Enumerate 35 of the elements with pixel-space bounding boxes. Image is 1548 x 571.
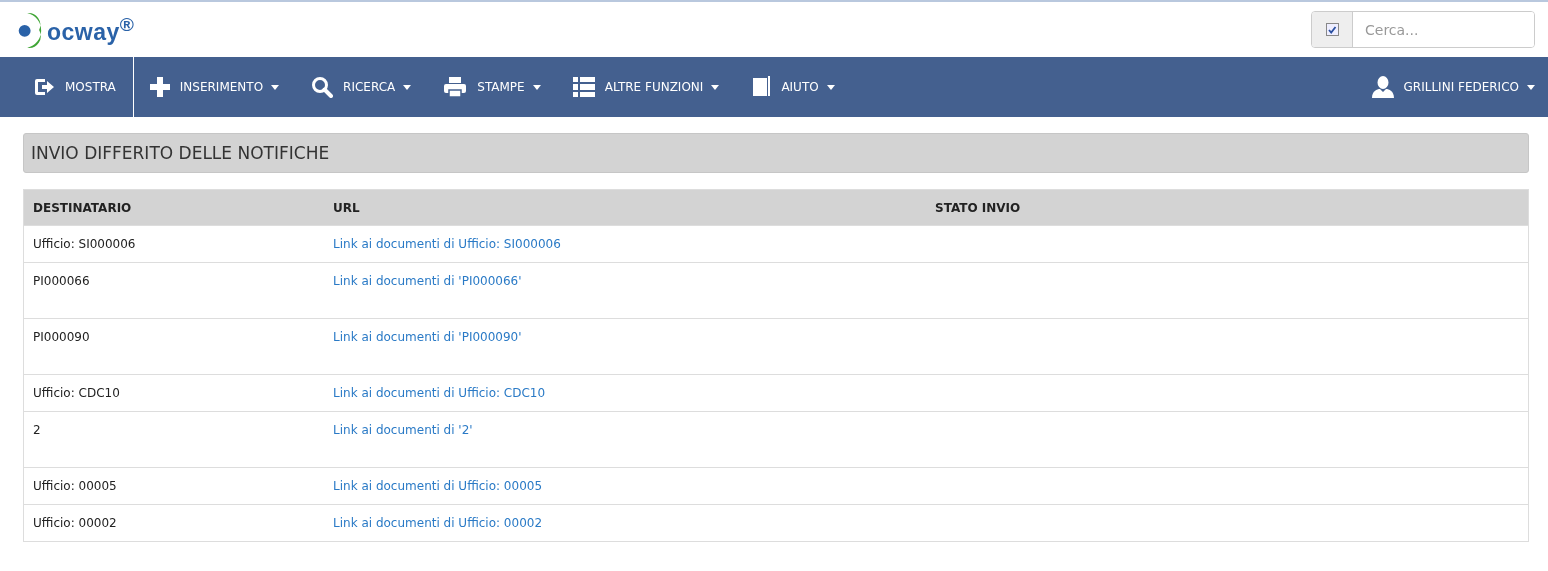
nav-menu-item[interactable]: AIUTO (735, 57, 851, 117)
document-link[interactable]: Link ai documenti di 'PI000090' (333, 330, 522, 344)
nav-menu-item[interactable]: STAMPE (427, 57, 557, 117)
printer-icon (443, 76, 468, 98)
document-link[interactable]: Link ai documenti di Ufficio: 00002 (333, 516, 543, 530)
table-cell: Ufficio: SI000006 (23, 225, 324, 263)
table-cell: PI000066 (23, 262, 324, 319)
checkbox[interactable] (1325, 23, 1339, 36)
nav-menu-item[interactable]: RICERCA (295, 57, 428, 117)
user-icon (1371, 76, 1394, 98)
column-header: URL (324, 189, 926, 226)
document-link[interactable]: Link ai documenti di Ufficio: 00005 (333, 479, 543, 493)
search-icon (311, 76, 334, 98)
user-menu[interactable]: GRILLINI FEDERICO (1355, 57, 1548, 117)
document-link[interactable]: Link ai documenti di '2' (333, 423, 473, 437)
exit-icon (33, 77, 55, 97)
column-header: DESTINATARIO (23, 189, 324, 226)
nav-menu-item[interactable]: INSERIMENTO (133, 57, 296, 117)
panel-header: INVIO DIFFERITO DELLE NOTIFICHE (23, 133, 1529, 173)
table-cell: Ufficio: 00002 (23, 504, 324, 542)
logo-text: ocway$^{®}$ (47, 13, 135, 46)
table-cell: Ufficio: CDC10 (23, 374, 324, 412)
search-field[interactable]: Cerca... (1311, 11, 1535, 48)
document-link[interactable]: Link ai documenti di Ufficio: CDC10 (333, 386, 546, 400)
document-link[interactable]: Link ai documenti di 'PI000066' (333, 274, 522, 288)
table-cell: PI000090 (23, 318, 324, 375)
nav-menu-item[interactable]: MOSTRA (0, 57, 134, 117)
book-icon (751, 76, 772, 98)
table-cell: Ufficio: 00005 (23, 467, 324, 505)
table-cell: 2 (23, 411, 324, 468)
list-icon (572, 77, 595, 97)
nav-menu-item[interactable]: ALTRE FUNZIONI (556, 57, 736, 117)
column-header: STATO INVIO (926, 189, 1529, 226)
document-link[interactable]: Link ai documenti di Ufficio: SI000006 (333, 237, 561, 251)
plus-icon (149, 77, 170, 97)
